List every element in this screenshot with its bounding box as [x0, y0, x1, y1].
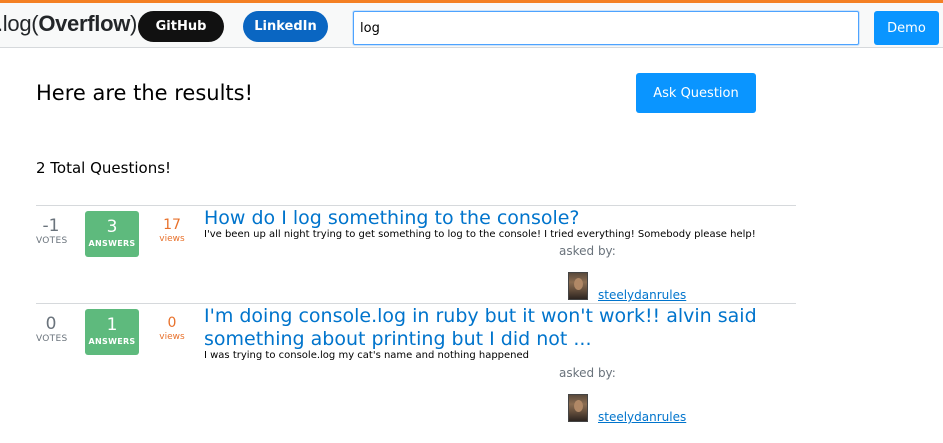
question-title-link[interactable]: I'm doing console.log in ruby but it won… — [204, 305, 794, 351]
author-link[interactable]: steelydanrules — [598, 288, 686, 302]
author-avatar[interactable] — [568, 394, 588, 422]
vote-count: -1 VOTES — [36, 216, 68, 247]
site-logo[interactable]: .log(Overflow) — [0, 11, 137, 37]
answers-count-badge: 1 ANSWERS — [85, 309, 139, 355]
asked-by-label: asked by: — [559, 366, 616, 380]
search-input[interactable] — [353, 11, 859, 45]
total-questions-count: 2 Total Questions! — [36, 159, 172, 177]
vote-count: 0 VOTES — [36, 314, 68, 345]
demo-button[interactable]: Demo — [874, 11, 939, 45]
logo-prefix: .log( — [0, 11, 39, 36]
answers-number: 1 — [106, 315, 118, 335]
answers-label: ANSWERS — [88, 337, 136, 346]
views-label: views — [159, 234, 185, 244]
logo-suffix: ) — [130, 11, 138, 36]
divider — [36, 205, 796, 206]
asked-by-label: asked by: — [559, 244, 616, 258]
vote-number: 0 — [45, 314, 57, 334]
logo-bold: Overflow — [38, 11, 131, 36]
answers-label: ANSWERS — [88, 239, 136, 248]
views-number: 17 — [163, 217, 181, 233]
vote-label: VOTES — [36, 236, 68, 246]
answers-number: 3 — [106, 217, 118, 237]
top-navbar: .log(Overflow) GitHub LinkedIn Demo — [0, 0, 943, 48]
github-button[interactable]: GitHub — [138, 11, 224, 42]
author-link[interactable]: steelydanrules — [598, 410, 686, 424]
question-title-link[interactable]: How do I log something to the console? — [204, 207, 794, 230]
divider — [36, 303, 796, 304]
ask-question-button[interactable]: Ask Question — [636, 73, 756, 113]
views-number: 0 — [167, 315, 177, 331]
answers-count-badge: 3 ANSWERS — [85, 211, 139, 257]
linkedin-button[interactable]: LinkedIn — [243, 11, 328, 42]
views-label: views — [159, 332, 185, 342]
page-title: Here are the results! — [36, 81, 254, 105]
vote-number: -1 — [42, 216, 60, 236]
views-count: 0 views — [156, 315, 188, 343]
author-avatar[interactable] — [568, 272, 588, 300]
vote-label: VOTES — [36, 334, 68, 344]
views-count: 17 views — [156, 217, 188, 245]
question-excerpt: I was trying to console.log my cat's nam… — [204, 350, 530, 361]
question-excerpt: I've been up all night trying to get som… — [204, 229, 756, 240]
